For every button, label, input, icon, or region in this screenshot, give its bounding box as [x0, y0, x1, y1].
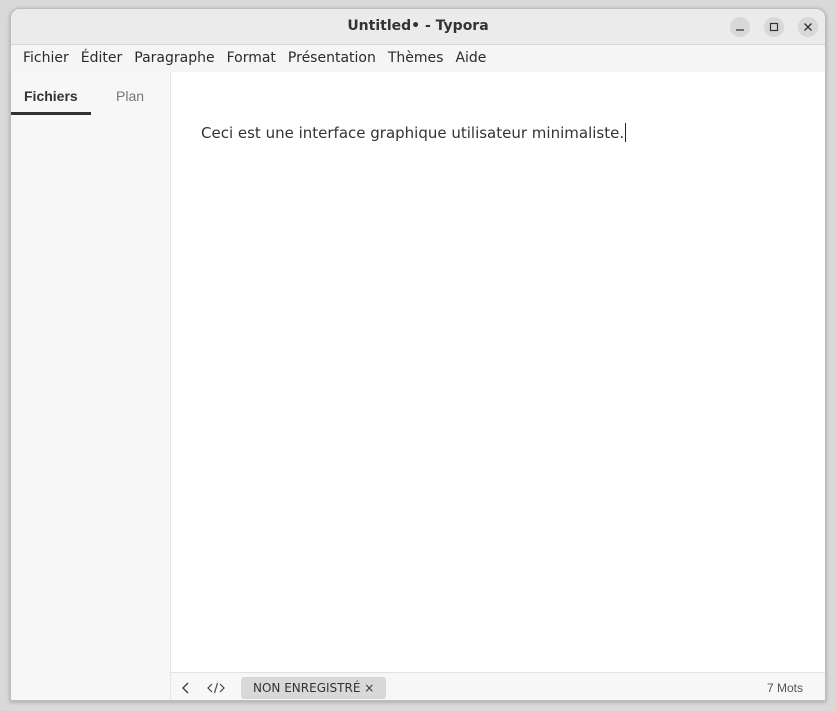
title-bar: Untitled• - Typora: [11, 9, 825, 45]
word-count[interactable]: 7 Mots: [767, 681, 803, 695]
sidebar: Fichiers Plan: [11, 72, 171, 700]
app-window: Untitled• - Typora Fichier Éditer Paragr…: [10, 8, 826, 701]
menu-help[interactable]: Aide: [449, 45, 492, 72]
maximize-button[interactable]: [764, 17, 784, 37]
status-bar: NON ENREGISTRÉ × 7 Mots: [171, 672, 825, 700]
tab-outline[interactable]: Plan: [116, 88, 144, 104]
menu-themes[interactable]: Thèmes: [382, 45, 450, 72]
menu-format[interactable]: Format: [221, 45, 282, 72]
tab-files[interactable]: Fichiers: [24, 88, 78, 104]
close-icon: [804, 23, 812, 31]
minimize-icon: [736, 29, 744, 31]
window-title: Untitled• - Typora: [347, 18, 489, 34]
menu-bar: Fichier Éditer Paragraphe Format Présent…: [11, 45, 825, 72]
menu-file[interactable]: Fichier: [17, 45, 75, 72]
editor-area[interactable]: Ceci est une interface graphique utilisa…: [171, 72, 825, 672]
text-caret: [625, 123, 627, 142]
unsaved-badge[interactable]: NON ENREGISTRÉ ×: [241, 677, 387, 699]
maximize-icon: [769, 22, 779, 32]
editor-content: Ceci est une interface graphique utilisa…: [201, 124, 625, 142]
menu-view[interactable]: Présentation: [282, 45, 382, 72]
close-button[interactable]: [798, 17, 818, 37]
active-tab-indicator: [11, 112, 91, 115]
menu-paragraph[interactable]: Paragraphe: [128, 45, 220, 72]
sidebar-tabs: Fichiers Plan: [11, 72, 171, 117]
code-icon[interactable]: [207, 681, 225, 695]
menu-edit[interactable]: Éditer: [75, 45, 128, 72]
editor-paragraph[interactable]: Ceci est une interface graphique utilisa…: [201, 123, 627, 142]
minimize-button[interactable]: [730, 17, 750, 37]
chevron-left-icon[interactable]: [180, 681, 192, 695]
